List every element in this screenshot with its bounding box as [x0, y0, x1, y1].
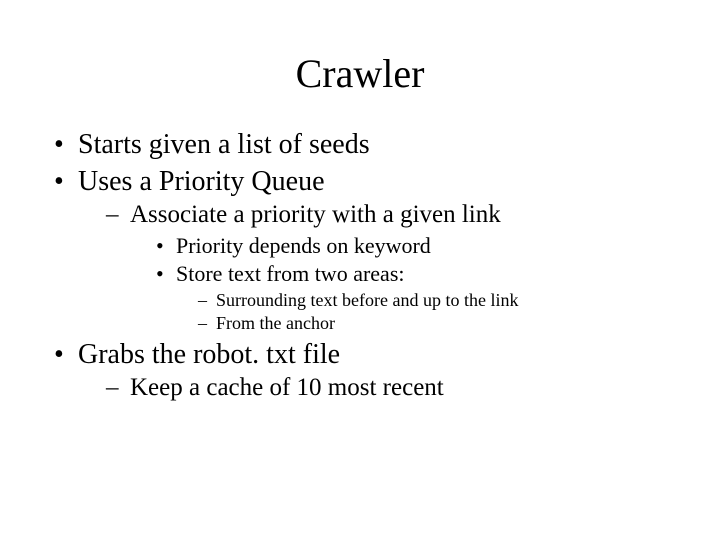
bullet-text: Grabs the robot. txt file — [78, 339, 340, 370]
bullet-text: Starts given a list of seeds — [78, 129, 370, 160]
bullet-list-level1: Starts given a list of seeds Uses a Prio… — [50, 127, 680, 405]
bullet-list-level2: Keep a cache of 10 most recent — [106, 372, 680, 405]
slide: Crawler Starts given a list of seeds Use… — [0, 0, 720, 540]
bullet-text: Store text from two areas: — [176, 261, 405, 286]
bullet-text: From the anchor — [216, 313, 335, 333]
bullet-text: Keep a cache of 10 most recent — [130, 374, 444, 401]
bullet-l2: Associate a priority with a given link P… — [106, 199, 680, 335]
bullet-list-level3: Priority depends on keyword Store text f… — [154, 232, 680, 336]
bullet-list-level4: Surrounding text before and up to the li… — [198, 289, 680, 336]
bullet-l1: Starts given a list of seeds — [50, 127, 680, 162]
bullet-text: Surrounding text before and up to the li… — [216, 290, 518, 310]
bullet-l1: Uses a Priority Queue Associate a priori… — [50, 164, 680, 335]
bullet-text: Uses a Priority Queue — [78, 166, 325, 197]
bullet-l1: Grabs the robot. txt file Keep a cache o… — [50, 337, 680, 405]
bullet-l3: Store text from two areas: Surrounding t… — [154, 260, 680, 335]
bullet-text: Associate a priority with a given link — [130, 201, 501, 228]
bullet-text: Priority depends on keyword — [176, 233, 431, 258]
slide-content: Starts given a list of seeds Uses a Prio… — [0, 127, 720, 405]
bullet-l3: Priority depends on keyword — [154, 232, 680, 261]
bullet-list-level2: Associate a priority with a given link P… — [106, 199, 680, 335]
slide-title: Crawler — [0, 0, 720, 127]
bullet-l4: Surrounding text before and up to the li… — [198, 289, 680, 312]
bullet-l2: Keep a cache of 10 most recent — [106, 372, 680, 405]
bullet-l4: From the anchor — [198, 312, 680, 335]
